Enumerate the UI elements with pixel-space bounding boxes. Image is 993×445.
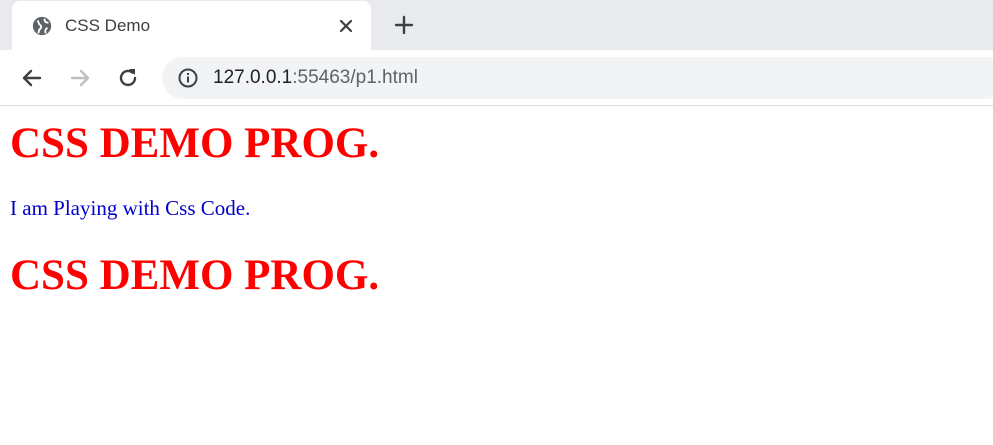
page-paragraph: I am Playing with Css Code. bbox=[10, 196, 251, 220]
address-bar[interactable]: 127.0.0.1:55463/p1.html bbox=[162, 57, 993, 99]
tab-css-demo[interactable]: CSS Demo bbox=[12, 1, 371, 50]
page-heading-2: CSS DEMO PROG. bbox=[10, 252, 380, 299]
url-path: :55463/p1.html bbox=[292, 67, 418, 88]
info-icon[interactable] bbox=[177, 67, 199, 89]
browser-toolbar: 127.0.0.1:55463/p1.html bbox=[0, 50, 993, 106]
tab-strip: CSS Demo bbox=[0, 0, 993, 50]
globe-icon bbox=[32, 16, 52, 36]
back-arrow-icon[interactable] bbox=[19, 65, 45, 91]
reload-icon[interactable] bbox=[115, 65, 141, 91]
close-icon[interactable] bbox=[337, 17, 355, 35]
tab-title: CSS Demo bbox=[65, 16, 151, 35]
forward-arrow-icon[interactable] bbox=[67, 65, 93, 91]
page-content: CSS DEMO PROG. I am Playing with Css Cod… bbox=[0, 106, 993, 445]
page-heading-1: CSS DEMO PROG. bbox=[10, 120, 380, 167]
url-host: 127.0.0.1 bbox=[213, 67, 293, 88]
url-text[interactable]: 127.0.0.1:55463/p1.html bbox=[213, 67, 418, 89]
new-tab-plus-icon[interactable] bbox=[393, 14, 415, 36]
